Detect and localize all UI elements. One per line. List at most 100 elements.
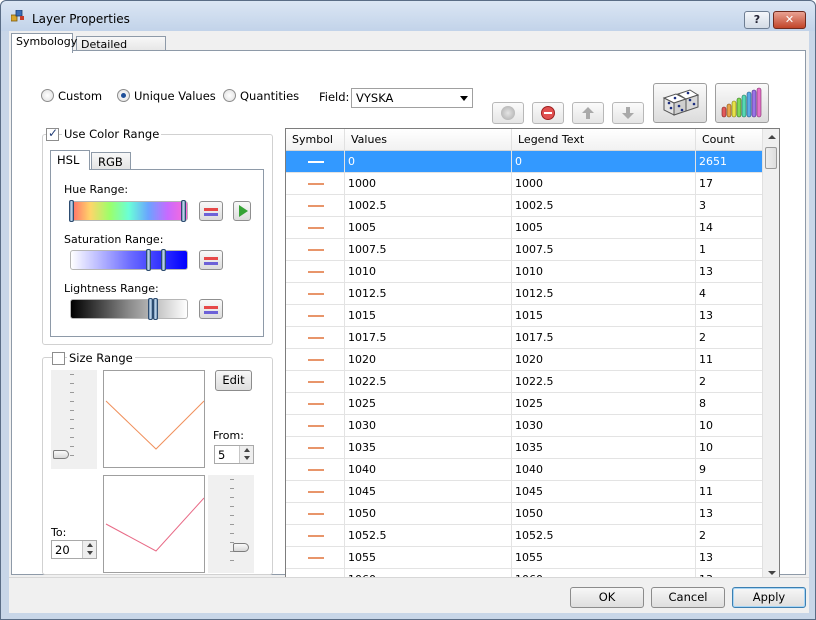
cell-count[interactable]: 10 [696, 437, 762, 459]
cell-legend-text[interactable]: 1035 [512, 437, 696, 459]
size-max-handle[interactable] [233, 543, 249, 552]
cell-symbol[interactable] [286, 393, 345, 415]
cell-symbol[interactable] [286, 481, 345, 503]
table-row[interactable]: 0 0 2651 [286, 151, 762, 173]
cell-count[interactable]: 8 [696, 393, 762, 415]
table-scrollbar[interactable] [762, 129, 779, 582]
cell-value[interactable]: 1040 [345, 459, 512, 481]
cell-legend-text[interactable]: 1022.5 [512, 371, 696, 393]
cell-symbol[interactable] [286, 173, 345, 195]
table-row[interactable]: 1022.5 1022.5 2 [286, 371, 762, 393]
size-min-slider[interactable] [51, 370, 97, 469]
column-header-count[interactable]: Count [696, 129, 762, 151]
cell-count[interactable]: 2 [696, 371, 762, 393]
spin-down-icon[interactable] [82, 549, 96, 558]
cell-value[interactable]: 1052.5 [345, 525, 512, 547]
cell-symbol[interactable] [286, 349, 345, 371]
cell-symbol[interactable] [286, 239, 345, 261]
cell-value[interactable]: 1012.5 [345, 283, 512, 305]
table-row[interactable]: 1045 1045 11 [286, 481, 762, 503]
move-up-button[interactable] [572, 102, 604, 124]
cell-count[interactable]: 9 [696, 459, 762, 481]
cell-symbol[interactable] [286, 305, 345, 327]
cell-legend-text[interactable]: 1040 [512, 459, 696, 481]
table-row[interactable]: 1040 1040 9 [286, 459, 762, 481]
cell-value[interactable]: 1020 [345, 349, 512, 371]
cell-legend-text[interactable]: 1030 [512, 415, 696, 437]
cell-legend-text[interactable]: 1017.5 [512, 327, 696, 349]
cell-symbol[interactable] [286, 261, 345, 283]
lightness-swap-button[interactable] [199, 299, 223, 319]
cell-legend-text[interactable]: 1002.5 [512, 195, 696, 217]
cell-legend-text[interactable]: 1025 [512, 393, 696, 415]
cell-legend-text[interactable]: 1052.5 [512, 525, 696, 547]
cancel-button[interactable]: Cancel [651, 587, 725, 608]
radio-unique-values-indicator[interactable] [117, 89, 130, 102]
cell-symbol[interactable] [286, 151, 345, 173]
apply-button[interactable]: Apply [732, 587, 806, 608]
cell-count[interactable]: 4 [696, 283, 762, 305]
table-row[interactable]: 1050 1050 13 [286, 503, 762, 525]
cell-count[interactable]: 13 [696, 547, 762, 569]
cell-value[interactable]: 1015 [345, 305, 512, 327]
cell-count[interactable]: 17 [696, 173, 762, 195]
move-down-button[interactable] [612, 102, 644, 124]
table-row[interactable]: 1012.5 1012.5 4 [286, 283, 762, 305]
cell-count[interactable]: 14 [696, 217, 762, 239]
cell-symbol[interactable] [286, 371, 345, 393]
cell-value[interactable]: 1000 [345, 173, 512, 195]
cell-count[interactable]: 2651 [696, 151, 762, 173]
edit-button[interactable]: Edit [215, 370, 252, 391]
table-row[interactable]: 1030 1030 10 [286, 415, 762, 437]
cell-symbol[interactable] [286, 195, 345, 217]
random-colors-button[interactable] [653, 83, 707, 123]
cell-symbol[interactable] [286, 415, 345, 437]
table-row[interactable]: 1010 1010 13 [286, 261, 762, 283]
scrollbar-thumb[interactable] [765, 147, 777, 169]
table-row[interactable]: 1055 1055 13 [286, 547, 762, 569]
cell-symbol[interactable] [286, 503, 345, 525]
cell-symbol[interactable] [286, 217, 345, 239]
cell-symbol[interactable] [286, 459, 345, 481]
cell-value[interactable]: 1005 [345, 217, 512, 239]
cell-legend-text[interactable]: 1005 [512, 217, 696, 239]
cell-symbol[interactable] [286, 547, 345, 569]
cell-legend-text[interactable]: 1010 [512, 261, 696, 283]
cell-legend-text[interactable]: 1000 [512, 173, 696, 195]
hue-range-slider[interactable] [69, 200, 188, 222]
cell-symbol[interactable] [286, 327, 345, 349]
help-button[interactable]: ? [744, 11, 770, 29]
color-ramp-button[interactable] [715, 83, 769, 123]
cell-count[interactable]: 13 [696, 503, 762, 525]
to-spinner[interactable]: 20 [51, 540, 97, 559]
size-range-checkbox[interactable] [52, 352, 65, 365]
table-row[interactable]: 1052.5 1052.5 2 [286, 525, 762, 547]
field-dropdown[interactable]: VYSKA [351, 88, 473, 108]
table-row[interactable]: 1000 1000 17 [286, 173, 762, 195]
cell-count[interactable]: 2 [696, 525, 762, 547]
close-button[interactable]: ✕ [773, 11, 806, 29]
table-row[interactable]: 1015 1015 13 [286, 305, 762, 327]
cell-legend-text[interactable]: 1020 [512, 349, 696, 371]
saturation-min-handle[interactable] [146, 249, 151, 271]
cell-legend-text[interactable]: 1007.5 [512, 239, 696, 261]
table-row[interactable]: 1002.5 1002.5 3 [286, 195, 762, 217]
cell-value[interactable]: 0 [345, 151, 512, 173]
cell-legend-text[interactable]: 1045 [512, 481, 696, 503]
radio-quantities-indicator[interactable] [223, 89, 236, 102]
cell-value[interactable]: 1022.5 [345, 371, 512, 393]
cell-value[interactable]: 1002.5 [345, 195, 512, 217]
cell-count[interactable]: 13 [696, 305, 762, 327]
cell-symbol[interactable] [286, 283, 345, 305]
cell-value[interactable]: 1045 [345, 481, 512, 503]
table-row[interactable]: 1035 1035 10 [286, 437, 762, 459]
cell-symbol[interactable] [286, 437, 345, 459]
cell-value[interactable]: 1010 [345, 261, 512, 283]
cell-value[interactable]: 1007.5 [345, 239, 512, 261]
cell-value[interactable]: 1017.5 [345, 327, 512, 349]
play-button[interactable] [233, 201, 251, 221]
cell-count[interactable]: 10 [696, 415, 762, 437]
lightness-max-handle[interactable] [153, 298, 158, 320]
cell-value[interactable]: 1030 [345, 415, 512, 437]
table-row[interactable]: 1007.5 1007.5 1 [286, 239, 762, 261]
